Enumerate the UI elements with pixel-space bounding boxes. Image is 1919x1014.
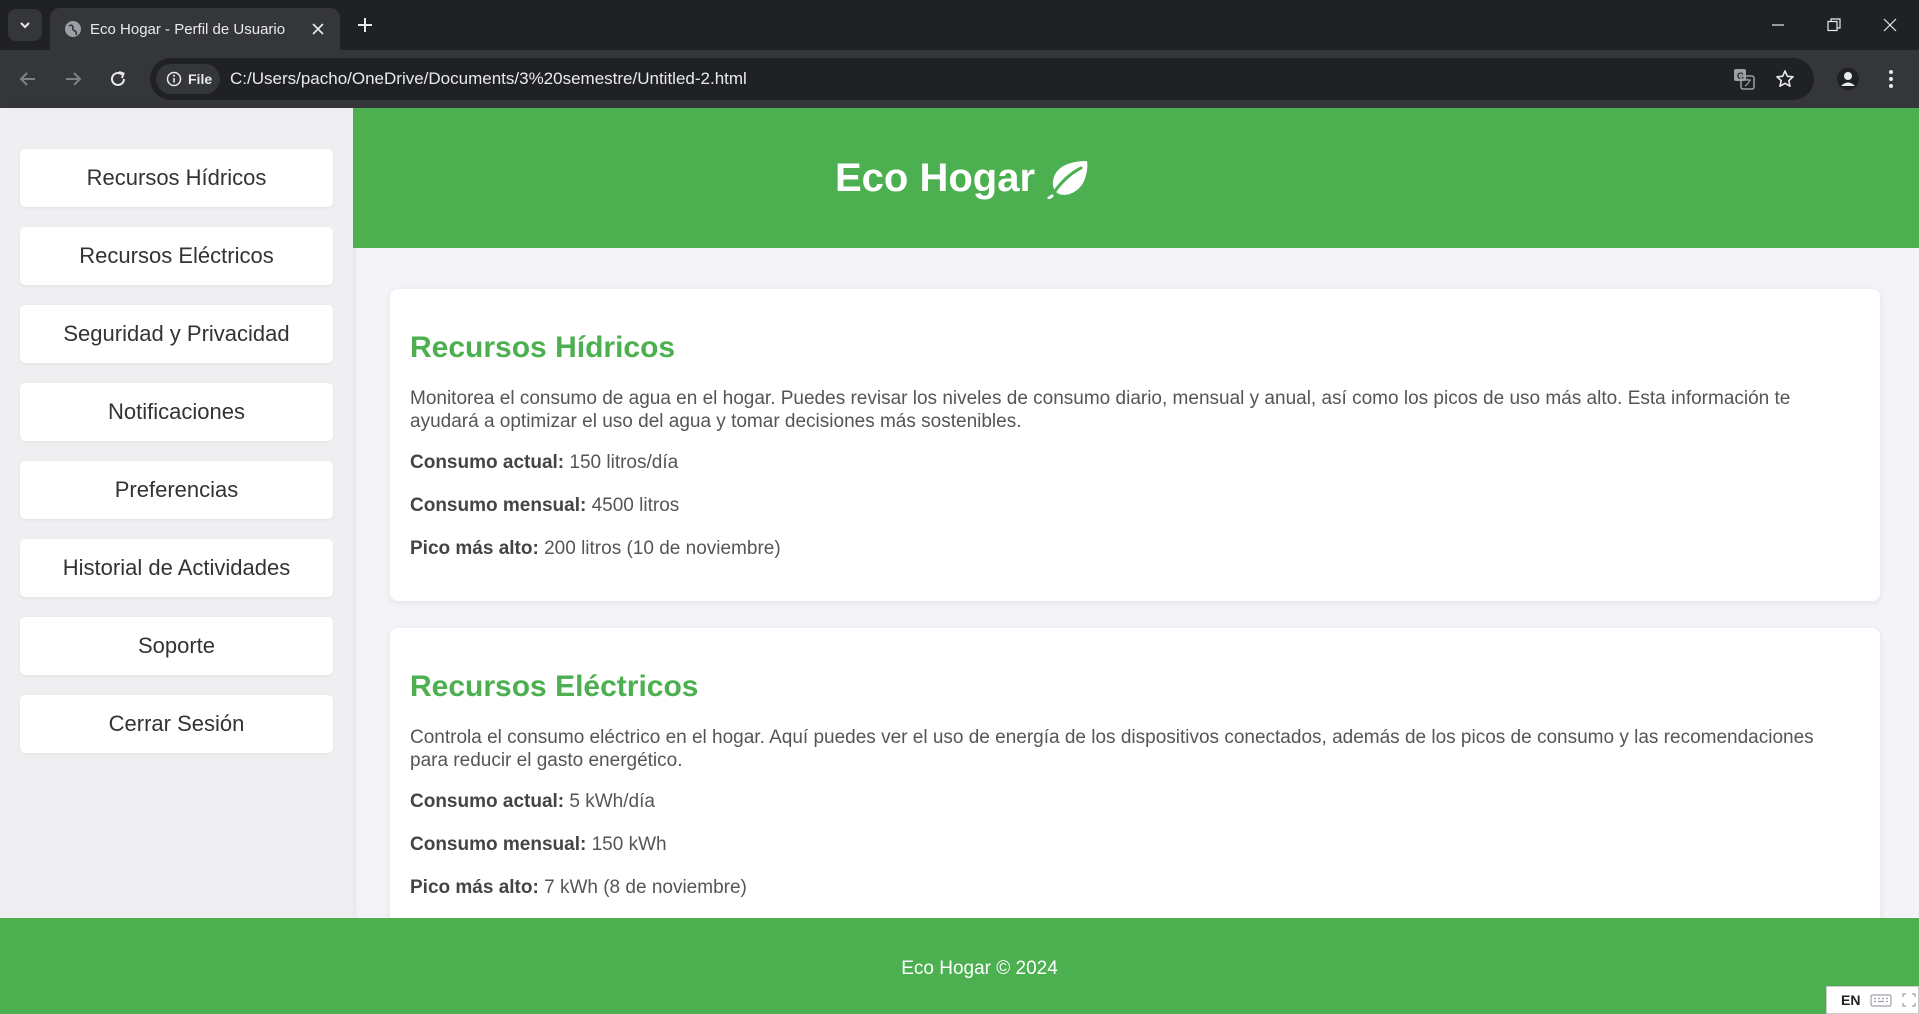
language-indicator[interactable]: EN — [1826, 986, 1919, 1014]
stat-label: Consumo actual: — [410, 791, 565, 812]
stat-consumo-actual: Consumo actual: 5 kWh/día — [410, 791, 655, 813]
sidebar-item-recursos-electricos[interactable]: Recursos Eléctricos — [20, 227, 333, 285]
stat-label: Pico más alto: — [410, 538, 539, 559]
back-button[interactable] — [14, 65, 42, 93]
section-description: Monitorea el consumo de agua en el hogar… — [410, 388, 1791, 432]
sidebar-item-seguridad-privacidad[interactable]: Seguridad y Privacidad — [20, 305, 333, 363]
globe-icon — [65, 21, 81, 37]
tab-title: Eco Hogar - Perfil de Usuario — [90, 21, 286, 38]
restore-icon — [1827, 18, 1841, 32]
sidebar: Recursos Hídricos Recursos Eléctricos Se… — [0, 108, 353, 918]
section-title: Recursos Hídricos — [410, 331, 676, 364]
stat-value: 4500 litros — [591, 495, 680, 516]
address-bar[interactable]: File C:/Users/pacho/OneDrive/Documents/3… — [150, 58, 1814, 100]
close-window-button[interactable] — [1877, 12, 1903, 38]
tab-search-button[interactable] — [8, 9, 42, 41]
forward-button[interactable] — [59, 65, 87, 93]
stat-label: Consumo mensual: — [410, 834, 587, 855]
site-info-chip[interactable]: File — [156, 64, 220, 94]
stat-value: 150 litros/día — [569, 452, 679, 473]
stat-value: 200 litros (10 de noviembre) — [544, 538, 781, 559]
profile-button[interactable] — [1834, 65, 1862, 93]
stat-pico-mas-alto: Pico más alto: 200 litros (10 de noviemb… — [410, 538, 781, 560]
stat-consumo-mensual: Consumo mensual: 150 kWh — [410, 834, 667, 856]
keyboard-icon — [1870, 994, 1893, 1007]
close-tab-icon[interactable] — [308, 19, 328, 39]
stat-pico-mas-alto: Pico más alto: 7 kWh (8 de noviembre) — [410, 877, 747, 899]
browser-tab-bar: Eco Hogar - Perfil de Usuario — [0, 0, 1919, 50]
leaf-icon — [1047, 160, 1088, 199]
sidebar-item-notificaciones[interactable]: Notificaciones — [20, 383, 333, 441]
sidebar-item-soporte[interactable]: Soporte — [20, 617, 333, 675]
more-vertical-icon — [1889, 70, 1893, 88]
stat-consumo-mensual: Consumo mensual: 4500 litros — [410, 495, 679, 517]
stat-value: 7 kWh (8 de noviembre) — [544, 877, 747, 898]
screen-capture-icon — [1902, 993, 1917, 1007]
page-title: Eco Hogar — [835, 156, 1091, 201]
plus-icon — [358, 18, 372, 32]
profile-icon — [1837, 68, 1859, 90]
star-icon — [1776, 70, 1794, 87]
browser-tab[interactable]: Eco Hogar - Perfil de Usuario — [50, 8, 340, 50]
language-label: EN — [1841, 992, 1861, 1008]
section-recursos-electricos: Recursos Eléctricos Controla el consumo … — [390, 628, 1880, 948]
stat-label: Pico más alto: — [410, 877, 539, 898]
reload-button[interactable] — [104, 65, 132, 93]
footer-text: Eco Hogar © 2024 — [901, 958, 1058, 979]
url-text[interactable]: C:/Users/pacho/OneDrive/Documents/3%20se… — [230, 69, 747, 89]
chevron-down-icon — [20, 22, 30, 29]
stat-value: 5 kWh/día — [569, 791, 655, 812]
sidebar-item-preferencias[interactable]: Preferencias — [20, 461, 333, 519]
new-tab-button[interactable] — [353, 13, 377, 37]
reload-icon — [111, 71, 125, 86]
sidebar-item-historial[interactable]: Historial de Actividades — [20, 539, 333, 597]
page-header: Eco Hogar — [353, 108, 1919, 248]
info-icon — [166, 71, 182, 87]
stat-value: 150 kWh — [591, 834, 667, 855]
arrow-left-icon — [19, 72, 35, 86]
translate-icon: G — [1734, 69, 1755, 90]
stat-label: Consumo actual: — [410, 452, 565, 473]
restore-button[interactable] — [1821, 12, 1847, 38]
browser-toolbar: File C:/Users/pacho/OneDrive/Documents/3… — [0, 50, 1919, 108]
stat-consumo-actual: Consumo actual: 150 litros/día — [410, 452, 678, 474]
page-footer: Eco Hogar © 2024 — [0, 918, 1919, 1014]
close-icon — [1883, 18, 1897, 32]
browser-menu-button[interactable] — [1877, 65, 1905, 93]
bookmark-button[interactable] — [1773, 67, 1797, 91]
translate-button[interactable]: G — [1732, 67, 1756, 91]
arrow-right-icon — [66, 72, 82, 86]
section-description: Controla el consumo eléctrico en el hoga… — [410, 727, 1814, 771]
minimize-button[interactable] — [1765, 12, 1791, 38]
site-chip-label: File — [188, 71, 213, 87]
page-title-text: Eco Hogar — [835, 156, 1036, 200]
sidebar-item-recursos-hidricos[interactable]: Recursos Hídricos — [20, 149, 333, 207]
minimize-icon — [1772, 24, 1784, 26]
section-recursos-hidricos: Recursos Hídricos Monitorea el consumo d… — [390, 289, 1880, 601]
stat-label: Consumo mensual: — [410, 495, 587, 516]
sidebar-item-cerrar-sesion[interactable]: Cerrar Sesión — [20, 695, 333, 753]
section-title: Recursos Eléctricos — [410, 670, 699, 703]
